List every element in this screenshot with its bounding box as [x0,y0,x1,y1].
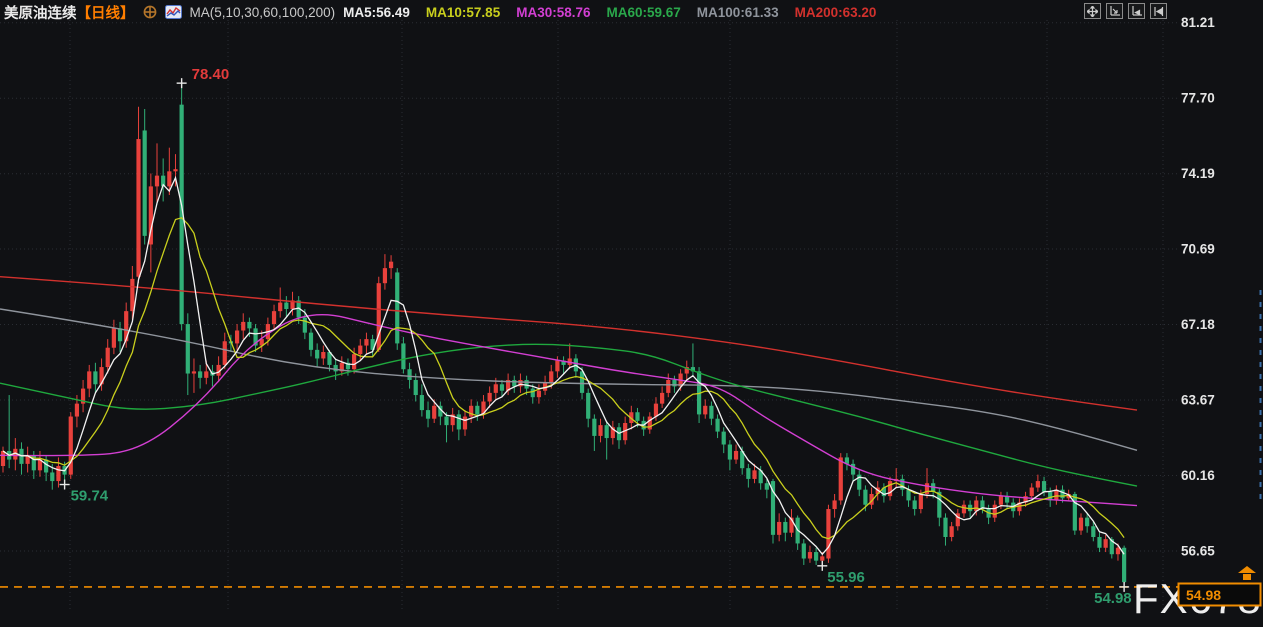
low-last-cross-label: 54.98 [1094,590,1132,607]
chart-header: 美原油连续【日线】 MA(5,10,30,60,100,200) MA5:56.… [4,2,876,22]
pan-icon[interactable] [1084,3,1101,19]
ma-value-4: MA100:61.33 [697,5,779,20]
low-mid-cross-label: 55.96 [827,569,865,586]
symbol-title: 美原油连续【日线】 [4,2,135,23]
high-cross: 78.40 [177,66,230,88]
price-axis-label: 70.69 [1181,241,1215,256]
price-axis-label: 63.67 [1181,392,1215,407]
ma-value-5: MA200:63.20 [795,5,877,20]
grid [0,20,1178,612]
low-left-cross: 59.74 [60,480,109,505]
low-left-cross-label: 59.74 [71,488,109,505]
last-price-box: 54.98 [1179,584,1261,606]
ma-value-0: MA5:56.49 [343,5,410,20]
ma60-line [0,344,1137,486]
chart-canvas[interactable]: 78.40 59.74 55.96 54.98 81.21 77.70 74.19 70.69… [0,0,1263,627]
chart-toolbar [1084,3,1167,19]
low-last-cross: 54.98 [1094,582,1132,607]
ma-settings-label[interactable]: MA(5,10,30,60,100,200) [190,5,336,20]
ma-value-1: MA10:57.85 [426,5,500,20]
price-axis-label: 60.16 [1181,468,1215,483]
price-axis-label: 67.18 [1181,317,1215,332]
symbol-name: 美原油连续 [4,6,77,22]
chart-app-window: 美原油连续【日线】 MA(5,10,30,60,100,200) MA5:56.… [0,0,1263,627]
price-axis: 81.21 77.70 74.19 70.69 67.18 63.67 60.16 56.65 [1181,15,1215,558]
ma200-line [0,277,1137,410]
price-axis-label: 56.65 [1181,543,1215,558]
add-compare-icon[interactable] [143,5,157,19]
scale-axis-right-icon[interactable] [1128,3,1145,19]
ma30-line [0,315,1137,506]
go-to-latest-icon[interactable] [1150,3,1167,19]
price-axis-label: 74.19 [1181,166,1215,181]
ma-value-3: MA60:59.67 [607,5,681,20]
candles-layer [1,83,1126,587]
ma-value-2: MA30:58.76 [516,5,590,20]
ma100-line [0,309,1137,450]
low-mid-cross: 55.96 [817,561,865,586]
mini-chart-icon[interactable] [165,5,182,19]
ma-values: MA5:56.49 MA10:57.85 MA30:58.76 MA60:59.67 M… [343,5,876,20]
price-axis-label: 77.70 [1181,91,1215,106]
last-price-value: 54.98 [1186,587,1221,603]
scale-axis-left-icon[interactable] [1106,3,1123,19]
period-tag[interactable]: 【日线】 [77,6,135,22]
high-cross-label: 78.40 [192,66,230,83]
price-axis-label: 81.21 [1181,15,1215,30]
